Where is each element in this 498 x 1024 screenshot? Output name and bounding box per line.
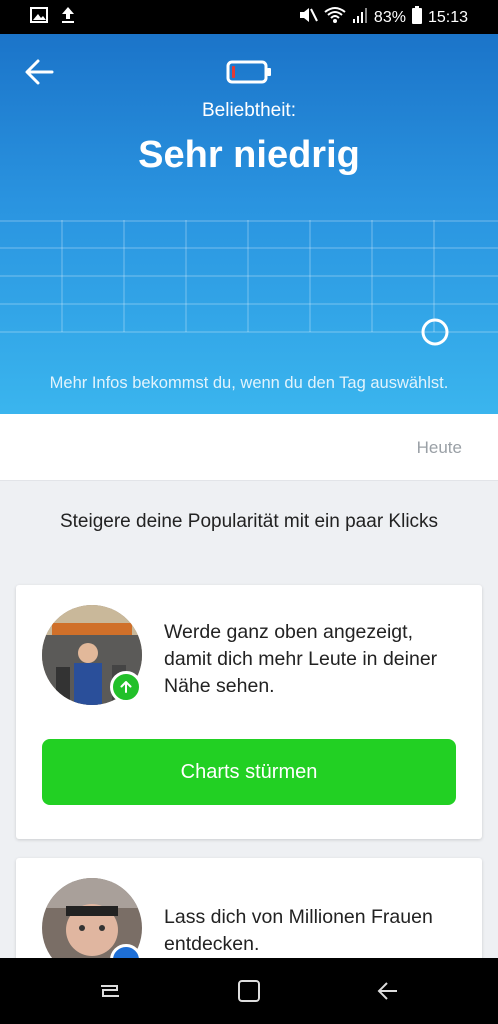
boost-heading: Steigere deine Popularität mit ein paar …	[59, 511, 439, 532]
hint-text: Mehr Infos bekommst du, wenn du den Tag …	[49, 374, 449, 392]
card-description: Werde ganz oben angezeigt, damit dich me…	[164, 621, 438, 697]
charts-stuermen-button[interactable]: Charts stürmen	[42, 739, 456, 805]
mute-icon	[298, 6, 318, 29]
arrow-up-icon	[110, 671, 142, 703]
home-icon	[238, 980, 260, 1002]
popularity-battery-icon	[226, 60, 272, 89]
upload-icon	[60, 6, 76, 29]
nav-back-button[interactable]	[375, 978, 401, 1004]
back-button[interactable]	[22, 56, 58, 88]
boost-card-charts: Werde ganz oben angezeigt, damit dich me…	[16, 585, 482, 839]
clock: 15:13	[427, 8, 468, 26]
system-nav-bar	[0, 958, 498, 1024]
today-tab[interactable]: Heute	[417, 438, 462, 458]
battery-icon	[411, 6, 422, 29]
back-icon	[377, 982, 397, 1000]
signal-icon	[352, 7, 368, 28]
wifi-icon	[324, 6, 346, 29]
recent-apps-icon	[101, 985, 119, 997]
home-button[interactable]	[236, 978, 262, 1004]
popularity-label: Beliebtheit:	[201, 100, 296, 121]
date-strip: Heute	[0, 414, 498, 481]
battery-percent: 83%	[373, 8, 406, 26]
image-icon	[30, 6, 48, 29]
popularity-value: Sehr niedrig	[138, 134, 360, 176]
recent-apps-button[interactable]	[97, 978, 123, 1004]
popularity-chart[interactable]	[0, 220, 498, 350]
popularity-hero: Beliebtheit: Sehr niedrig Mehr Infos bek…	[0, 34, 498, 414]
card-description: Lass dich von Millionen Frauen entdecken…	[164, 906, 433, 955]
status-bar: 83% 15:13	[0, 0, 498, 34]
arrow-left-icon	[25, 59, 54, 85]
